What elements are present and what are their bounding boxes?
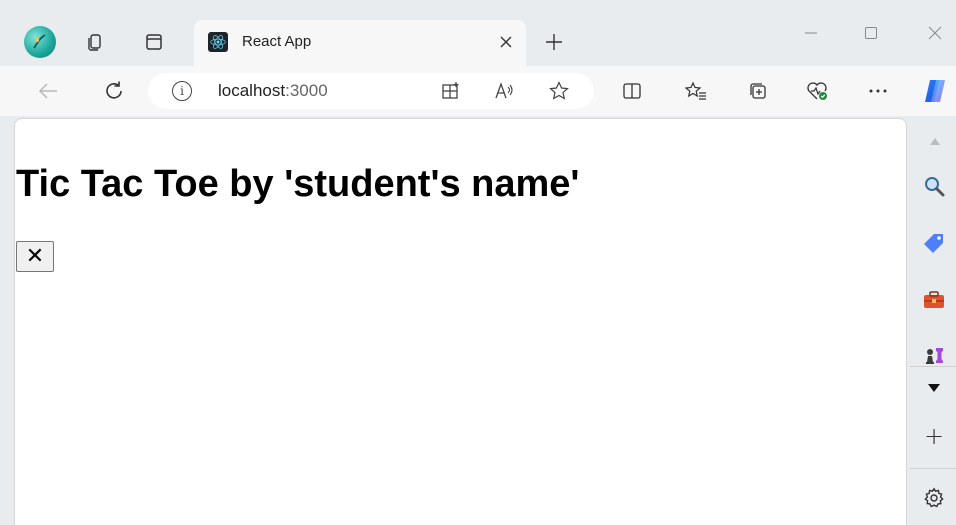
- tab-react-app[interactable]: React App: [194, 20, 526, 66]
- edge-sidebar: +: [910, 118, 956, 525]
- sidebar-shopping-tag-icon[interactable]: [922, 231, 946, 255]
- sidebar-scroll-up-icon[interactable]: [930, 138, 940, 145]
- sidebar-expand-chevron-icon[interactable]: [922, 376, 946, 400]
- page-title: Tic Tac Toe by 'student's name': [16, 163, 580, 205]
- profile-avatar[interactable]: [24, 26, 56, 58]
- read-aloud-icon[interactable]: [494, 80, 516, 102]
- refresh-icon[interactable]: [100, 77, 128, 105]
- url-text[interactable]: localhost:3000: [218, 81, 328, 101]
- collections-icon[interactable]: [746, 79, 770, 103]
- minimize-icon[interactable]: [796, 20, 826, 46]
- favorites-icon[interactable]: [684, 79, 708, 103]
- new-tab-icon[interactable]: [540, 28, 568, 56]
- page-viewport: Tic Tac Toe by 'student's name' ✕: [14, 118, 907, 525]
- site-info-icon[interactable]: i: [172, 81, 192, 101]
- sidebar-search-icon[interactable]: [922, 174, 946, 198]
- tab-close-icon[interactable]: [494, 30, 518, 54]
- url-host: localhost: [218, 81, 286, 100]
- tab-actions-icon[interactable]: [143, 31, 165, 53]
- copilot-icon[interactable]: [920, 76, 950, 106]
- browser-toolbar: i localhost:3000: [0, 66, 956, 116]
- sidebar-add-icon[interactable]: +: [922, 422, 946, 450]
- split-screen-icon[interactable]: [620, 79, 644, 103]
- back-arrow-icon[interactable]: [34, 77, 62, 105]
- board-square-button[interactable]: ✕: [16, 241, 54, 272]
- sidebar-add-label: +: [923, 422, 945, 450]
- app-available-icon[interactable]: [440, 80, 462, 102]
- close-window-icon[interactable]: [920, 20, 950, 46]
- favorite-star-icon[interactable]: [548, 80, 570, 102]
- workspaces-icon[interactable]: [84, 31, 106, 53]
- sidebar-divider-bottom: [910, 468, 956, 469]
- more-options-icon[interactable]: [866, 79, 890, 103]
- profile-leaf-icon: [33, 34, 46, 49]
- browser-essentials-icon[interactable]: [806, 79, 830, 103]
- maximize-icon[interactable]: [856, 20, 886, 46]
- title-bar: React App: [0, 0, 956, 66]
- sidebar-settings-gear-icon[interactable]: [922, 486, 946, 510]
- tab-title: React App: [242, 33, 312, 50]
- url-port: :3000: [285, 81, 328, 100]
- sidebar-divider: [910, 366, 956, 367]
- react-logo-icon: [208, 32, 228, 52]
- sidebar-games-chess-icon[interactable]: [922, 343, 946, 367]
- sidebar-tools-briefcase-icon[interactable]: [922, 288, 946, 312]
- address-bar[interactable]: i localhost:3000: [148, 73, 594, 109]
